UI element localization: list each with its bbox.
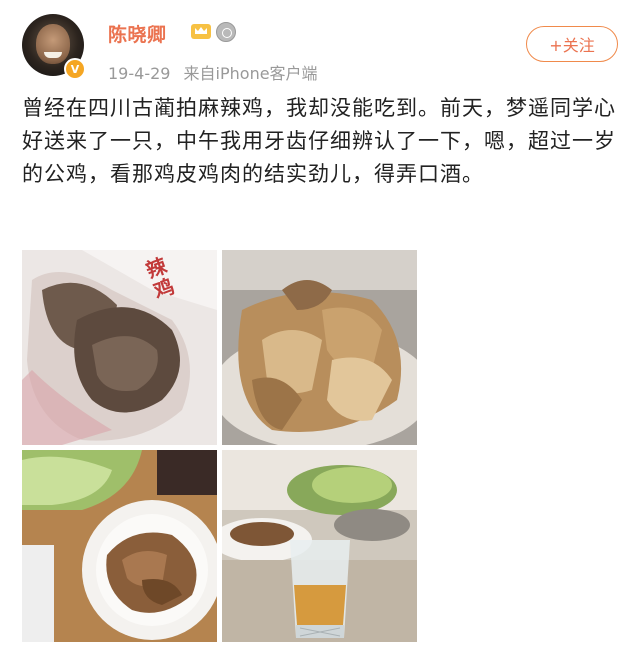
- liquor-glass-image: [222, 450, 417, 642]
- crown-icon: [191, 24, 211, 39]
- verified-badge-icon: V: [64, 58, 86, 80]
- medal-icon: [216, 22, 236, 42]
- post-date: 19-4-29: [108, 64, 171, 83]
- plated-chicken-image: [22, 450, 217, 642]
- photo-liquor-glass[interactable]: [222, 450, 417, 642]
- chopped-chicken-image: [222, 250, 417, 445]
- photo-packaged-chicken[interactable]: 辣鸡: [22, 250, 217, 445]
- photo-chopped-chicken[interactable]: [222, 250, 417, 445]
- post-source[interactable]: 来自iPhone客户端: [184, 64, 318, 83]
- avatar-face: [36, 24, 70, 64]
- username[interactable]: 陈晓卿: [108, 20, 167, 47]
- photo-plated-chicken[interactable]: [22, 450, 217, 642]
- packaged-chicken-image: [22, 250, 217, 445]
- post-text: 曾经在四川古蔺拍麻辣鸡，我却没能吃到。前天，梦遥同学心好送来了一只，中午我用牙齿…: [22, 96, 616, 186]
- follow-button[interactable]: +关注: [526, 26, 618, 62]
- post-meta: 19-4-29 来自iPhone客户端: [108, 60, 326, 84]
